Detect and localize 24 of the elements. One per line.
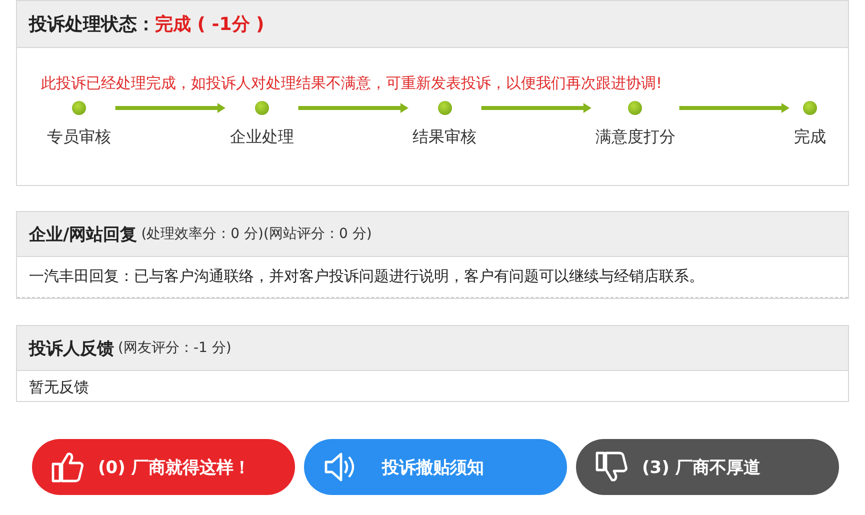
- section-title: 投诉人反馈: [29, 338, 114, 360]
- thumbs-up-icon: [50, 450, 84, 484]
- section-title: 企业/网站回复: [29, 224, 138, 246]
- score-text: (网友评分：-1 分): [118, 339, 232, 357]
- status-text: 完成 ( -1分 ): [155, 13, 264, 36]
- body-text: 暂无反馈: [28, 377, 90, 398]
- action-button[interactable]: 投诉撤贴须知: [304, 439, 567, 495]
- arrow-icon: [677, 101, 792, 115]
- action-button[interactable]: (0) 厂商就得这样！: [32, 439, 295, 495]
- step-label: 企业处理: [230, 127, 294, 148]
- score-text: (处理效率分：0 分)(网站评分：0 分): [141, 225, 372, 243]
- body-text: 一汽丰田回复：已与客户沟通联络，并对客户投诉问题进行说明，客户有问题可以继续与经销店联系。: [17, 257, 848, 298]
- step-label: 完成: [794, 127, 826, 148]
- arrow-icon: [478, 101, 594, 115]
- step-label: 专员审核: [47, 127, 111, 148]
- speaker-icon: [322, 450, 356, 484]
- step-label: 满意度打分: [595, 127, 676, 148]
- thumbs-down-icon: [594, 450, 628, 484]
- action-button[interactable]: (3) 厂商不厚道: [576, 439, 839, 495]
- arrow-icon: [113, 101, 228, 115]
- arrow-icon: [296, 101, 410, 115]
- notice-text: 此投诉已经处理完成，如投诉人对处理结果不满意，可重新发表投诉，以便我们再次跟进协调!: [41, 74, 664, 93]
- step-label: 结果审核: [412, 127, 476, 148]
- section-title: 投诉处理状态：: [29, 13, 155, 36]
